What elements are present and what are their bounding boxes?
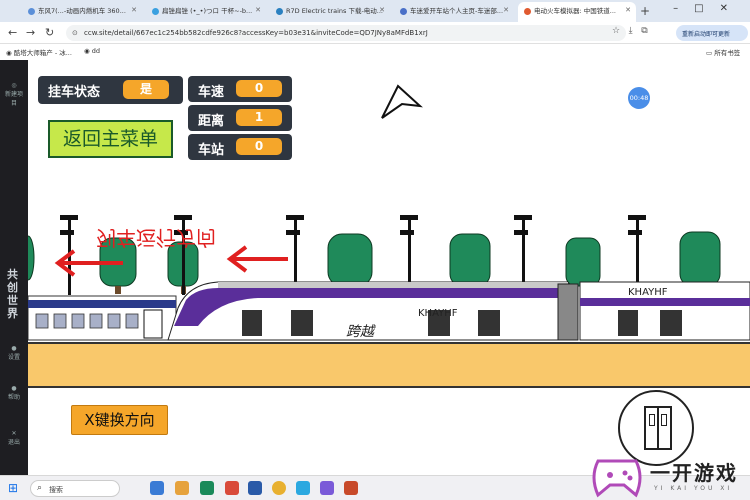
bookmark-item[interactable]: ◉ dd <box>84 47 100 55</box>
site-watermark: 一开游戏 YI KAI YOU XI <box>588 455 748 500</box>
watermark-title: 一开游戏 <box>650 461 738 485</box>
address-bar-row: ← → ↻ ⊙ ccw.site/detail/667ec1c254bb582cd… <box>0 22 750 44</box>
station-panel: 车站 0 <box>188 134 292 160</box>
browser-tab[interactable]: R7D Electric trains 下载-电动... ✕ <box>270 2 390 22</box>
search-placeholder: 搜索 <box>49 486 63 494</box>
sidebar-label: 帮助 <box>7 394 20 401</box>
distance-label: 距离 <box>198 114 225 129</box>
app-icon[interactable] <box>200 481 214 495</box>
train: KHAYHF KHAYHF 跨越 <box>28 281 750 341</box>
app-icon[interactable] <box>320 481 334 495</box>
sidebar-label: 退出 <box>7 439 20 446</box>
game-stage[interactable]: 挂车状态 是 车速 0 距离 1 车站 0 返回主菜单 00:48 列车运行方向… <box>28 60 750 475</box>
tab-favicon-icon <box>276 7 283 15</box>
close-tab-icon[interactable]: ✕ <box>255 6 261 14</box>
sidebar-label: 新建项目 <box>4 91 23 107</box>
app-sidebar: ◎ 新建项目 共创世界 ● 设置 ● 帮助 ✕ 退出 <box>0 60 28 475</box>
browser-tab[interactable]: 车迷爱开车站个人主页-车迷部... ✕ <box>394 2 514 22</box>
close-tab-icon[interactable]: ✕ <box>131 6 137 14</box>
task-view-icon[interactable] <box>150 481 164 495</box>
hitch-status-label: 挂车状态 <box>48 85 101 100</box>
site-info-icon[interactable]: ⊙ <box>72 29 78 37</box>
url-text: ccw.site/detail/667ec1c254bb582cdfe926c8… <box>84 29 428 37</box>
bookmark-label: dd <box>91 47 101 55</box>
close-tab-icon[interactable]: ✕ <box>625 6 631 14</box>
switch-direction-button[interactable]: X键换方向 <box>71 405 168 435</box>
bookmark-folder-label: 所有书签 <box>714 49 741 57</box>
new-tab-icon[interactable]: + <box>640 4 650 18</box>
sidebar-item-help[interactable]: ● 帮助 <box>3 385 25 401</box>
speed-value: 0 <box>236 80 282 97</box>
back-to-menu-button[interactable]: 返回主菜单 <box>48 120 173 158</box>
browser-tab-bar: 东风7(...-动画内燃机车 360... ✕ 扁锉扁锉 (•_•)つロ 干杯~-… <box>0 0 750 22</box>
train-name: 跨越 <box>346 324 376 340</box>
app-icon[interactable] <box>344 481 358 495</box>
car-lettering-2: KHAYHF <box>628 287 668 298</box>
tab-label: 东风7(...-动画内燃机车 360... <box>38 7 126 15</box>
sidebar-item-exit[interactable]: ✕ 退出 <box>3 430 25 446</box>
file-explorer-icon[interactable] <box>175 481 189 495</box>
close-tab-icon[interactable]: ✕ <box>379 6 385 14</box>
tab-label: 车迷爱开车站个人主页-车迷部... <box>410 7 504 15</box>
forward-arrow-icon[interactable]: → <box>26 26 35 39</box>
app-icon[interactable] <box>248 481 262 495</box>
browser-actions[interactable]: ☆ ⤓ ⧉ <box>612 26 648 36</box>
tab-favicon-icon <box>524 7 531 15</box>
door-icon <box>644 406 672 450</box>
edge-icon[interactable] <box>296 481 310 495</box>
bookmark-label: 酷塔大师箱产 - 冰... <box>13 49 72 57</box>
chrome-icon[interactable] <box>272 481 286 495</box>
train-direction-label: 列车运行方向 <box>96 226 216 250</box>
tab-label: 扁锉扁锉 (•_•)つロ 干杯~-b... <box>162 7 253 15</box>
browser-tab[interactable]: 扁锉扁锉 (•_•)つロ 干杯~-b... ✕ <box>146 2 266 22</box>
window-controls[interactable]: –□✕ <box>673 3 744 14</box>
start-menu-icon[interactable]: ⊞ <box>8 481 18 495</box>
station-value: 0 <box>236 138 282 155</box>
tab-favicon-icon <box>152 7 159 15</box>
car-lettering: KHAYHF <box>418 308 458 319</box>
tab-label: R7D Electric trains 下载-电动... <box>286 7 384 15</box>
back-arrow-icon[interactable]: ← <box>8 26 17 39</box>
hitch-status-panel: 挂车状态 是 <box>38 76 183 104</box>
bookmark-item[interactable]: ◉ 酷塔大师箱产 - 冰... <box>6 47 72 57</box>
browser-tab-active[interactable]: 电动火车模拟器: 中国铁道... ✕ <box>518 2 636 22</box>
tab-favicon-icon <box>400 7 407 15</box>
hitch-status-value: 是 <box>123 80 169 99</box>
tab-label: 电动火车模拟器: 中国铁道... <box>534 7 616 15</box>
taskbar-search[interactable]: ⌕ 搜索 <box>30 480 120 497</box>
watermark-subtitle: YI KAI YOU XI <box>654 485 733 492</box>
search-icon: ⌕ <box>37 483 43 493</box>
sidebar-item-settings[interactable]: ● 设置 <box>3 345 25 361</box>
app-icon[interactable] <box>225 481 239 495</box>
distance-value: 1 <box>236 109 282 126</box>
update-button[interactable]: 重新启动即可更新 <box>676 25 748 41</box>
station-label: 车站 <box>198 143 225 158</box>
bookmarks-folder[interactable]: ▭ 所有书签 <box>706 47 740 57</box>
pointer-arrow-icon <box>381 84 423 119</box>
tab-favicon-icon <box>28 7 35 15</box>
bookmarks-bar: ◉ 酷塔大师箱产 - 冰... ◉ dd ▭ 所有书签 <box>0 44 750 60</box>
ground <box>28 342 750 388</box>
sidebar-label: 设置 <box>7 354 20 361</box>
speed-label: 车速 <box>198 85 225 100</box>
browser-tab[interactable]: 东风7(...-动画内燃机车 360... ✕ <box>22 2 142 22</box>
sidebar-item-new[interactable]: ◎ 新建项目 <box>3 82 25 107</box>
speed-panel: 车速 0 <box>188 76 292 102</box>
timer-badge: 00:48 <box>628 87 650 109</box>
url-field[interactable]: ⊙ ccw.site/detail/667ec1c254bb582cdfe926c… <box>66 25 626 41</box>
sidebar-world-label: 共创世界 <box>7 268 18 320</box>
gamepad-logo-icon <box>592 459 642 498</box>
close-tab-icon[interactable]: ✕ <box>503 6 509 14</box>
distance-panel: 距离 1 <box>188 105 292 131</box>
reload-icon[interactable]: ↻ <box>45 26 54 39</box>
